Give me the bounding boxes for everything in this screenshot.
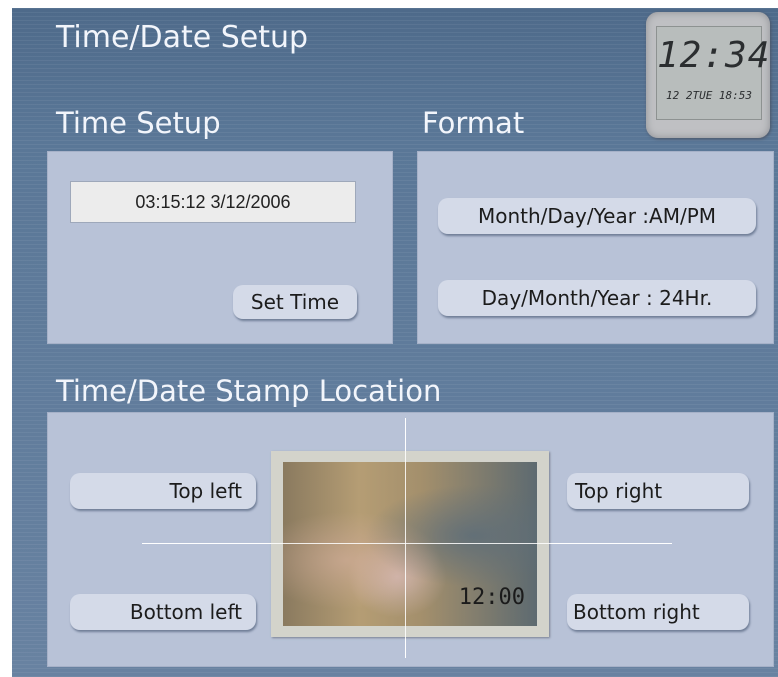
clock-date: 12 2TUE 18:53 xyxy=(665,89,753,102)
crosshair-vertical-overlay xyxy=(405,418,406,658)
top-right-button[interactable]: Top right xyxy=(567,473,749,509)
preview-stamp: 12:00 xyxy=(458,585,525,610)
preview-frame: 12:00 xyxy=(271,451,549,637)
clock-time: 12:34 xyxy=(657,35,771,76)
format-dmy-24hr-button[interactable]: Day/Month/Year : 24Hr. xyxy=(438,280,756,316)
preview-image: 12:00 xyxy=(283,462,537,626)
crosshair-horizontal-overlay xyxy=(142,543,672,544)
stamp-location-title: Time/Date Stamp Location xyxy=(56,374,442,408)
time-setup-title: Time Setup xyxy=(56,106,221,140)
format-title: Format xyxy=(422,106,525,140)
time-date-field[interactable]: 03:15:12 3/12/2006 xyxy=(70,181,356,223)
clock-icon: 12:34 12 2TUE 18:53 xyxy=(646,12,770,138)
clock-display: 12:34 12 2TUE 18:53 xyxy=(656,26,771,120)
bottom-left-button[interactable]: Bottom left xyxy=(70,594,256,630)
format-mdy-ampm-button[interactable]: Month/Day/Year :AM/PM xyxy=(438,198,756,234)
page-title: Time/Date Setup xyxy=(56,20,309,55)
bottom-right-button[interactable]: Bottom right xyxy=(567,594,749,630)
top-left-button[interactable]: Top left xyxy=(70,473,256,509)
set-time-button[interactable]: Set Time xyxy=(233,285,357,319)
